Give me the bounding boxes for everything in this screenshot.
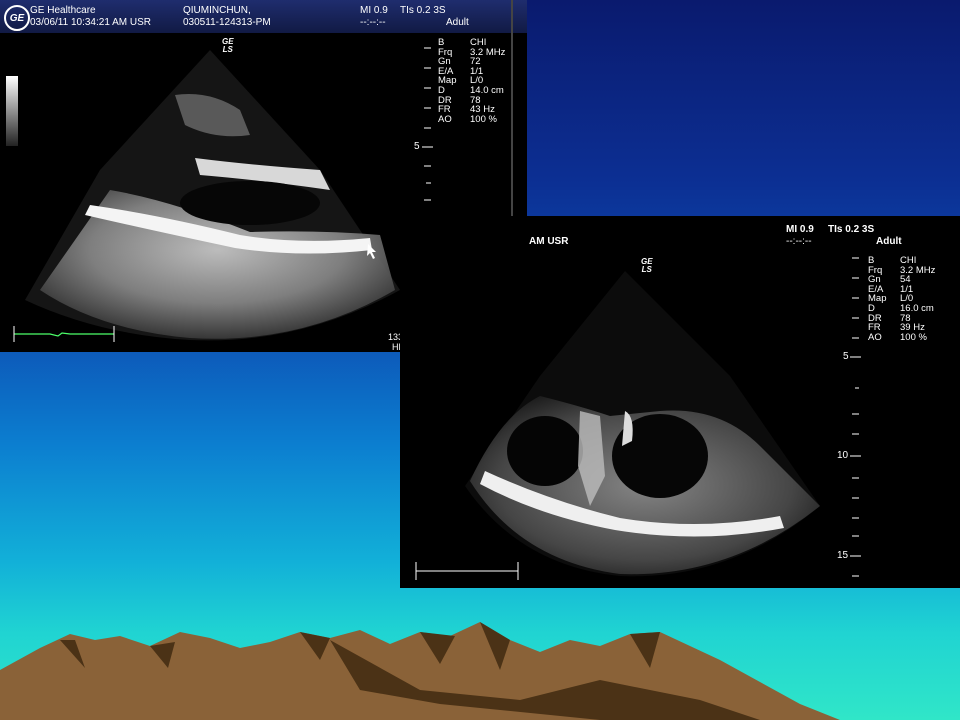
- ultrasound-screen-2: AM USR MI 0.9 TIs 0.2 3S --:--:-- Adult …: [400, 216, 960, 588]
- depth-label-5: 5: [843, 351, 849, 362]
- ecg-trace: [14, 332, 114, 337]
- ultrasound-image-2: [415, 257, 861, 580]
- depth-label-10: 10: [837, 450, 849, 461]
- depth-label-5: 5: [414, 141, 420, 152]
- depth-label-15: 15: [837, 550, 849, 561]
